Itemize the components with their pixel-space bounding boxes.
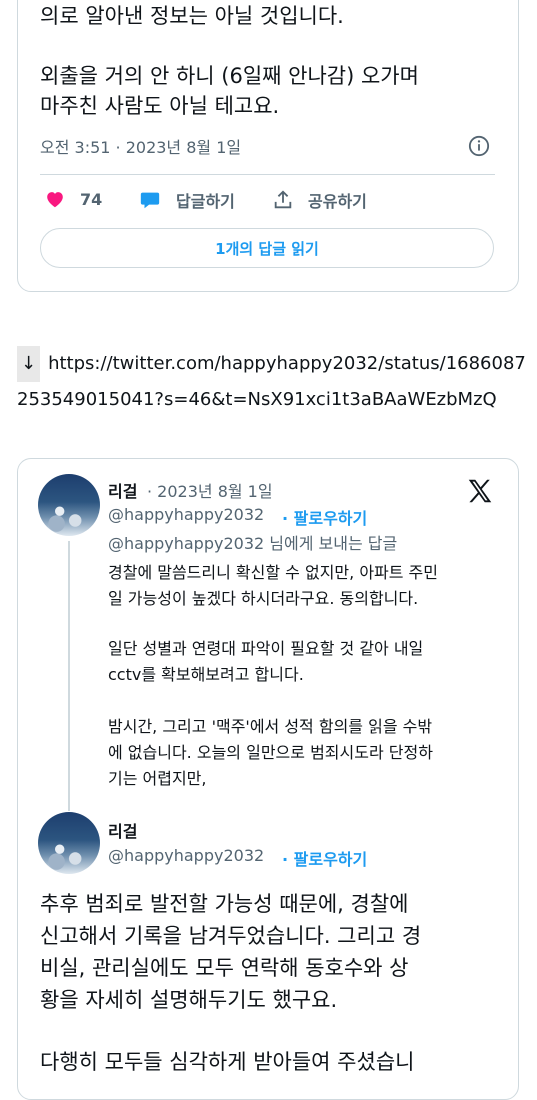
follow-button[interactable]: · 팔로우하기 — [282, 505, 367, 529]
reply-text-line: 일단 성별과 연령대 파악이 필요할 것 같아 내일 — [108, 639, 424, 658]
reply-label: 답글하기 — [176, 192, 235, 211]
author-handle[interactable]: @happyhappy2032 — [108, 846, 264, 865]
share-icon — [274, 190, 292, 209]
share-button[interactable]: 공유하기 — [272, 188, 367, 212]
like-button[interactable]: 74 — [44, 188, 102, 210]
tweet-timestamp[interactable]: 오전 3:51 · 2023년 8월 1일 — [40, 134, 241, 158]
tweet-text-line: 다행히 모두들 심각하게 받아들여 주셨습니 — [40, 1050, 415, 1074]
reply-text-line: 경찰에 말씀드리니 확신할 수 없지만, 아파트 주민 — [108, 563, 439, 582]
tweet-text-line: 외출을 거의 안 하니 (6일째 안나감) 오가며 — [40, 64, 419, 88]
thread-line — [68, 541, 70, 811]
tweet-text-line: 비실, 관리실에도 모두 연락해 동호수와 상 — [40, 956, 409, 980]
reply-button[interactable]: 답글하기 — [138, 188, 235, 212]
author-name[interactable]: 리걸 — [108, 478, 137, 502]
heart-icon — [47, 192, 63, 208]
x-logo-icon[interactable] — [465, 476, 495, 506]
tweet-link[interactable]: ↓ https://twitter.com/happyhappy2032/stat… — [17, 346, 527, 418]
avatar[interactable] — [38, 474, 100, 536]
reply-text-line: 일 가능성이 높겠다 하시더라구요. 동의합니다. — [108, 589, 419, 608]
follow-button[interactable]: · 팔로우하기 — [282, 846, 367, 870]
reply-text-line: 밤시간, 그리고 '맥주'에서 성적 함의를 읽을 수밖 — [108, 717, 433, 736]
info-icon[interactable] — [468, 135, 490, 157]
tweet-date[interactable]: · 2023년 8월 1일 — [147, 478, 273, 502]
like-count: 74 — [80, 189, 103, 209]
reply-to-label: @happyhappy2032 님에게 보내는 답글 — [108, 534, 398, 553]
tweet-text-line: 마주친 사람도 아닐 테고요. — [40, 94, 280, 118]
divider — [40, 174, 495, 175]
reply-text-line: 에 없습니다. 오늘의 일만으로 범죄시도라 단정하 — [108, 743, 433, 762]
speech-bubble-icon — [140, 192, 160, 209]
tweet-url[interactable]: https://twitter.com/happyhappy2032/statu… — [17, 353, 526, 410]
author-name[interactable]: 리걸 — [108, 818, 137, 842]
tweet-text-line: 신고해서 기록을 남겨두었습니다. 그리고 경 — [40, 924, 422, 948]
reply-text-line: cctv를 확보해보려고 합니다. — [108, 665, 304, 684]
share-label: 공유하기 — [308, 192, 367, 211]
tweet-text-line: 의로 알아낸 정보는 아닐 것입니다. — [40, 4, 344, 28]
tweet-text-line: 황을 자세히 설명해두기도 했구요. — [40, 988, 338, 1012]
tweet-text-line: 추후 범죄로 발전할 가능성 때문에, 경찰에 — [40, 892, 409, 916]
reply-text-line: 기는 어렵지만, — [108, 769, 207, 788]
down-arrow-icon: ↓ — [17, 346, 41, 382]
avatar[interactable] — [38, 812, 100, 874]
author-handle[interactable]: @happyhappy2032 — [108, 505, 264, 524]
read-replies-button[interactable]: 1개의 답글 읽기 — [40, 228, 494, 268]
